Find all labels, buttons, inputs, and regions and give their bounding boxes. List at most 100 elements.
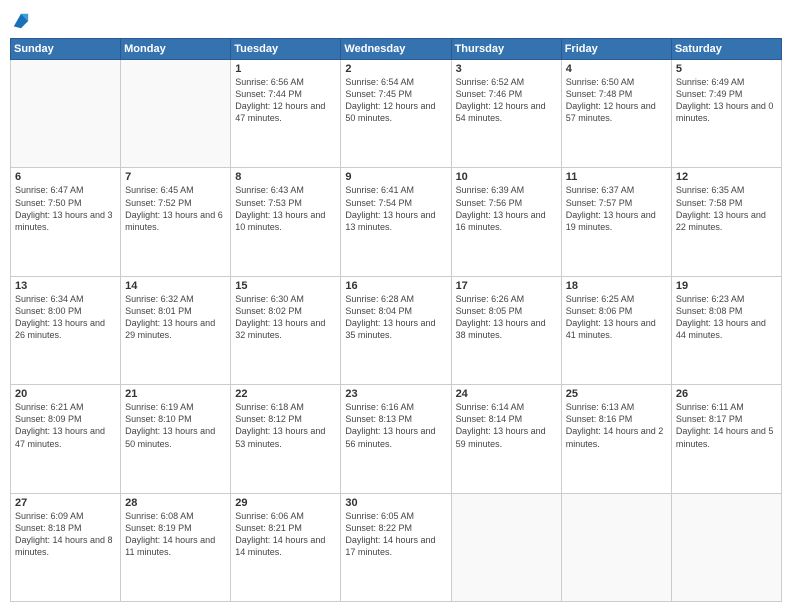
day-cell: 5Sunrise: 6:49 AM Sunset: 7:49 PM Daylig… <box>671 60 781 168</box>
day-cell: 15Sunrise: 6:30 AM Sunset: 8:02 PM Dayli… <box>231 276 341 384</box>
day-info: Sunrise: 6:50 AM Sunset: 7:48 PM Dayligh… <box>566 76 667 125</box>
day-info: Sunrise: 6:21 AM Sunset: 8:09 PM Dayligh… <box>15 401 116 450</box>
day-cell: 19Sunrise: 6:23 AM Sunset: 8:08 PM Dayli… <box>671 276 781 384</box>
day-cell: 17Sunrise: 6:26 AM Sunset: 8:05 PM Dayli… <box>451 276 561 384</box>
day-number: 12 <box>676 171 777 183</box>
col-header-monday: Monday <box>121 39 231 60</box>
day-cell: 27Sunrise: 6:09 AM Sunset: 8:18 PM Dayli… <box>11 493 121 601</box>
day-cell: 12Sunrise: 6:35 AM Sunset: 7:58 PM Dayli… <box>671 168 781 276</box>
day-number: 10 <box>456 171 557 183</box>
day-info: Sunrise: 6:25 AM Sunset: 8:06 PM Dayligh… <box>566 293 667 342</box>
day-number: 22 <box>235 388 336 400</box>
day-cell: 2Sunrise: 6:54 AM Sunset: 7:45 PM Daylig… <box>341 60 451 168</box>
day-info: Sunrise: 6:34 AM Sunset: 8:00 PM Dayligh… <box>15 293 116 342</box>
day-number: 24 <box>456 388 557 400</box>
day-number: 5 <box>676 63 777 75</box>
day-cell: 11Sunrise: 6:37 AM Sunset: 7:57 PM Dayli… <box>561 168 671 276</box>
day-number: 19 <box>676 280 777 292</box>
day-number: 23 <box>345 388 446 400</box>
day-info: Sunrise: 6:23 AM Sunset: 8:08 PM Dayligh… <box>676 293 777 342</box>
week-row-1: 1Sunrise: 6:56 AM Sunset: 7:44 PM Daylig… <box>11 60 782 168</box>
day-cell: 16Sunrise: 6:28 AM Sunset: 8:04 PM Dayli… <box>341 276 451 384</box>
day-info: Sunrise: 6:13 AM Sunset: 8:16 PM Dayligh… <box>566 401 667 450</box>
day-cell <box>451 493 561 601</box>
day-number: 25 <box>566 388 667 400</box>
col-header-saturday: Saturday <box>671 39 781 60</box>
day-number: 15 <box>235 280 336 292</box>
day-number: 9 <box>345 171 446 183</box>
day-number: 29 <box>235 497 336 509</box>
day-number: 18 <box>566 280 667 292</box>
logo <box>10 10 30 30</box>
day-cell: 6Sunrise: 6:47 AM Sunset: 7:50 PM Daylig… <box>11 168 121 276</box>
day-cell <box>561 493 671 601</box>
day-number: 6 <box>15 171 116 183</box>
day-cell: 8Sunrise: 6:43 AM Sunset: 7:53 PM Daylig… <box>231 168 341 276</box>
day-info: Sunrise: 6:28 AM Sunset: 8:04 PM Dayligh… <box>345 293 446 342</box>
day-info: Sunrise: 6:54 AM Sunset: 7:45 PM Dayligh… <box>345 76 446 125</box>
header-row: SundayMondayTuesdayWednesdayThursdayFrid… <box>11 39 782 60</box>
day-number: 21 <box>125 388 226 400</box>
day-cell: 1Sunrise: 6:56 AM Sunset: 7:44 PM Daylig… <box>231 60 341 168</box>
day-cell: 9Sunrise: 6:41 AM Sunset: 7:54 PM Daylig… <box>341 168 451 276</box>
day-number: 16 <box>345 280 446 292</box>
day-cell: 23Sunrise: 6:16 AM Sunset: 8:13 PM Dayli… <box>341 385 451 493</box>
day-cell: 18Sunrise: 6:25 AM Sunset: 8:06 PM Dayli… <box>561 276 671 384</box>
day-info: Sunrise: 6:52 AM Sunset: 7:46 PM Dayligh… <box>456 76 557 125</box>
day-number: 14 <box>125 280 226 292</box>
day-number: 7 <box>125 171 226 183</box>
day-cell <box>671 493 781 601</box>
day-cell: 26Sunrise: 6:11 AM Sunset: 8:17 PM Dayli… <box>671 385 781 493</box>
day-cell: 3Sunrise: 6:52 AM Sunset: 7:46 PM Daylig… <box>451 60 561 168</box>
week-row-5: 27Sunrise: 6:09 AM Sunset: 8:18 PM Dayli… <box>11 493 782 601</box>
day-cell: 4Sunrise: 6:50 AM Sunset: 7:48 PM Daylig… <box>561 60 671 168</box>
day-info: Sunrise: 6:19 AM Sunset: 8:10 PM Dayligh… <box>125 401 226 450</box>
day-info: Sunrise: 6:05 AM Sunset: 8:22 PM Dayligh… <box>345 510 446 559</box>
col-header-sunday: Sunday <box>11 39 121 60</box>
day-info: Sunrise: 6:08 AM Sunset: 8:19 PM Dayligh… <box>125 510 226 559</box>
day-number: 1 <box>235 63 336 75</box>
week-row-2: 6Sunrise: 6:47 AM Sunset: 7:50 PM Daylig… <box>11 168 782 276</box>
day-info: Sunrise: 6:06 AM Sunset: 8:21 PM Dayligh… <box>235 510 336 559</box>
day-cell: 22Sunrise: 6:18 AM Sunset: 8:12 PM Dayli… <box>231 385 341 493</box>
day-number: 3 <box>456 63 557 75</box>
day-cell: 14Sunrise: 6:32 AM Sunset: 8:01 PM Dayli… <box>121 276 231 384</box>
day-number: 28 <box>125 497 226 509</box>
day-info: Sunrise: 6:45 AM Sunset: 7:52 PM Dayligh… <box>125 184 226 233</box>
day-number: 11 <box>566 171 667 183</box>
day-info: Sunrise: 6:26 AM Sunset: 8:05 PM Dayligh… <box>456 293 557 342</box>
calendar-header: SundayMondayTuesdayWednesdayThursdayFrid… <box>11 39 782 60</box>
col-header-wednesday: Wednesday <box>341 39 451 60</box>
day-cell: 28Sunrise: 6:08 AM Sunset: 8:19 PM Dayli… <box>121 493 231 601</box>
day-cell <box>11 60 121 168</box>
day-info: Sunrise: 6:32 AM Sunset: 8:01 PM Dayligh… <box>125 293 226 342</box>
day-info: Sunrise: 6:47 AM Sunset: 7:50 PM Dayligh… <box>15 184 116 233</box>
day-info: Sunrise: 6:16 AM Sunset: 8:13 PM Dayligh… <box>345 401 446 450</box>
day-info: Sunrise: 6:14 AM Sunset: 8:14 PM Dayligh… <box>456 401 557 450</box>
day-cell: 30Sunrise: 6:05 AM Sunset: 8:22 PM Dayli… <box>341 493 451 601</box>
day-cell <box>121 60 231 168</box>
week-row-4: 20Sunrise: 6:21 AM Sunset: 8:09 PM Dayli… <box>11 385 782 493</box>
day-info: Sunrise: 6:49 AM Sunset: 7:49 PM Dayligh… <box>676 76 777 125</box>
day-info: Sunrise: 6:41 AM Sunset: 7:54 PM Dayligh… <box>345 184 446 233</box>
day-number: 4 <box>566 63 667 75</box>
day-cell: 20Sunrise: 6:21 AM Sunset: 8:09 PM Dayli… <box>11 385 121 493</box>
calendar-body: 1Sunrise: 6:56 AM Sunset: 7:44 PM Daylig… <box>11 60 782 602</box>
week-row-3: 13Sunrise: 6:34 AM Sunset: 8:00 PM Dayli… <box>11 276 782 384</box>
logo-icon <box>12 12 30 30</box>
day-info: Sunrise: 6:30 AM Sunset: 8:02 PM Dayligh… <box>235 293 336 342</box>
day-cell: 24Sunrise: 6:14 AM Sunset: 8:14 PM Dayli… <box>451 385 561 493</box>
day-number: 26 <box>676 388 777 400</box>
day-cell: 29Sunrise: 6:06 AM Sunset: 8:21 PM Dayli… <box>231 493 341 601</box>
day-cell: 21Sunrise: 6:19 AM Sunset: 8:10 PM Dayli… <box>121 385 231 493</box>
day-info: Sunrise: 6:37 AM Sunset: 7:57 PM Dayligh… <box>566 184 667 233</box>
day-info: Sunrise: 6:11 AM Sunset: 8:17 PM Dayligh… <box>676 401 777 450</box>
day-number: 13 <box>15 280 116 292</box>
day-number: 30 <box>345 497 446 509</box>
day-cell: 7Sunrise: 6:45 AM Sunset: 7:52 PM Daylig… <box>121 168 231 276</box>
page: SundayMondayTuesdayWednesdayThursdayFrid… <box>0 0 792 612</box>
col-header-thursday: Thursday <box>451 39 561 60</box>
day-info: Sunrise: 6:39 AM Sunset: 7:56 PM Dayligh… <box>456 184 557 233</box>
day-number: 17 <box>456 280 557 292</box>
day-number: 8 <box>235 171 336 183</box>
